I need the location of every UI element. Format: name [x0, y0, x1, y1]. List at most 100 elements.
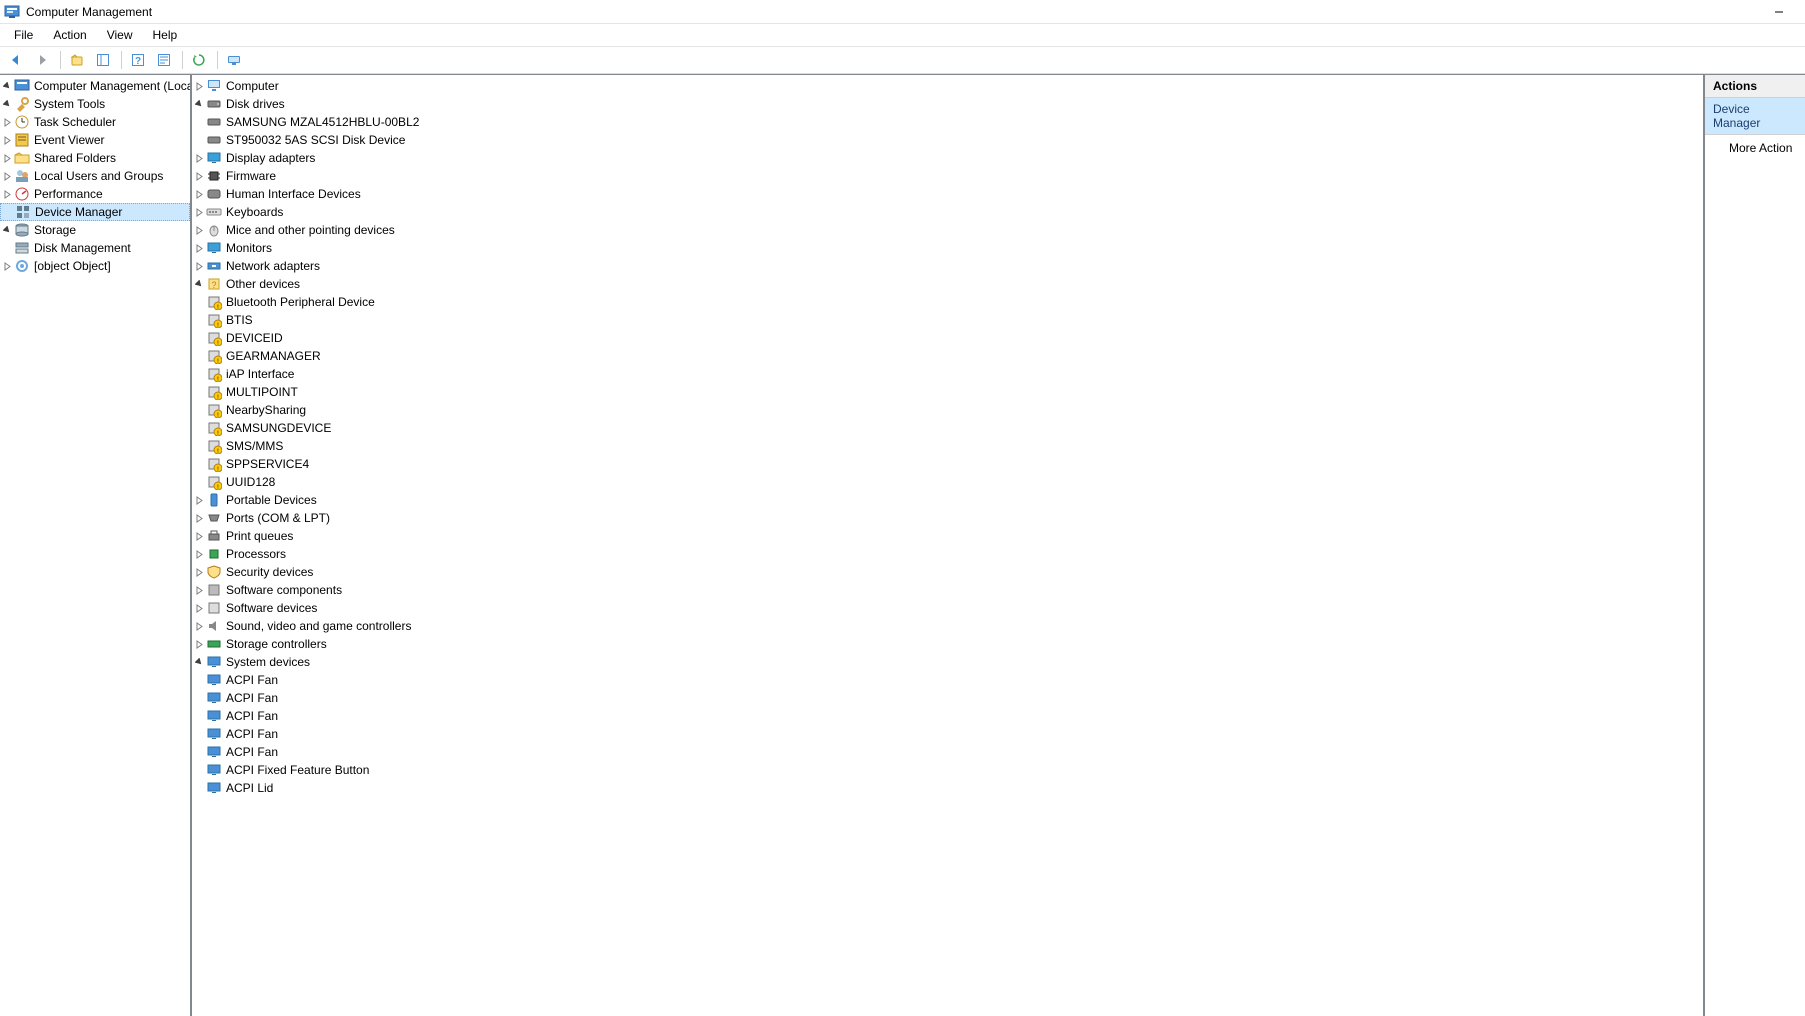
expand-icon[interactable]	[0, 100, 14, 109]
expand-icon[interactable]	[192, 586, 206, 595]
device-item[interactable]: !BTIS	[192, 311, 1703, 329]
device-item[interactable]: ACPI Fan	[192, 671, 1703, 689]
expand-icon[interactable]	[0, 118, 14, 127]
tree-performance[interactable]: Performance	[0, 185, 190, 203]
device-item[interactable]: !MULTIPOINT	[192, 383, 1703, 401]
device-item[interactable]: ACPI Fan	[192, 689, 1703, 707]
expand-icon[interactable]	[192, 550, 206, 559]
device-item[interactable]: !GEARMANAGER	[192, 347, 1703, 365]
expand-icon[interactable]	[192, 658, 206, 667]
expand-icon[interactable]	[192, 514, 206, 523]
device-tree[interactable]: Computer Disk drives SAMSUNG MZAL4512HBL…	[192, 75, 1703, 1016]
tree-services-apps[interactable]: [object Object]	[0, 257, 190, 275]
menu-action[interactable]: Action	[43, 26, 96, 44]
tree-shared-folders[interactable]: Shared Folders	[0, 149, 190, 167]
expand-icon[interactable]	[0, 226, 14, 235]
cat-display-adapters[interactable]: Display adapters	[192, 149, 1703, 167]
actions-selected[interactable]: Device Manager	[1705, 98, 1805, 135]
expand-icon[interactable]	[0, 136, 14, 145]
device-item[interactable]: ACPI Fan	[192, 743, 1703, 761]
expand-icon[interactable]	[192, 154, 206, 163]
refresh-button[interactable]	[187, 48, 211, 72]
forward-button[interactable]	[30, 48, 54, 72]
cat-portable[interactable]: Portable Devices	[192, 491, 1703, 509]
expand-icon[interactable]	[0, 82, 14, 91]
device-item[interactable]: !Bluetooth Peripheral Device	[192, 293, 1703, 311]
tree-root[interactable]: Computer Management (Local)	[0, 77, 190, 95]
expand-icon[interactable]	[0, 262, 14, 271]
expand-icon[interactable]	[192, 622, 206, 631]
minimize-button[interactable]	[1757, 1, 1801, 23]
cat-ports[interactable]: Ports (COM & LPT)	[192, 509, 1703, 527]
cat-computer[interactable]: Computer	[192, 77, 1703, 95]
expand-icon[interactable]	[192, 280, 206, 289]
cat-storage-ctrl[interactable]: Storage controllers	[192, 635, 1703, 653]
expand-icon[interactable]	[192, 208, 206, 217]
device-item[interactable]: !NearbySharing	[192, 401, 1703, 419]
expand-icon[interactable]	[0, 154, 14, 163]
expand-icon[interactable]	[192, 262, 206, 271]
device-item[interactable]: ACPI Lid	[192, 779, 1703, 797]
console-tree-pane[interactable]: Computer Management (Local) System Tools…	[0, 75, 192, 1016]
tree-storage[interactable]: Storage	[0, 221, 190, 239]
expand-icon[interactable]	[192, 100, 206, 109]
cat-security[interactable]: Security devices	[192, 563, 1703, 581]
expand-icon[interactable]	[192, 244, 206, 253]
scan-hardware-button[interactable]	[222, 48, 246, 72]
cat-monitors[interactable]: Monitors	[192, 239, 1703, 257]
menu-view[interactable]: View	[97, 26, 143, 44]
tree-local-users[interactable]: Local Users and Groups	[0, 167, 190, 185]
expand-icon[interactable]	[192, 82, 206, 91]
menu-file[interactable]: File	[4, 26, 43, 44]
cat-mice[interactable]: Mice and other pointing devices	[192, 221, 1703, 239]
device-item[interactable]: !SMS/MMS	[192, 437, 1703, 455]
cat-disk-drives[interactable]: Disk drives	[192, 95, 1703, 113]
properties-button[interactable]	[152, 48, 176, 72]
cat-processors[interactable]: Processors	[192, 545, 1703, 563]
expand-icon[interactable]	[192, 190, 206, 199]
cat-print-queues[interactable]: Print queues	[192, 527, 1703, 545]
device-item[interactable]: !SAMSUNGDEVICE	[192, 419, 1703, 437]
device-item[interactable]: !DEVICEID	[192, 329, 1703, 347]
cat-network[interactable]: Network adapters	[192, 257, 1703, 275]
expand-icon[interactable]	[192, 226, 206, 235]
expand-icon[interactable]	[0, 190, 14, 199]
device-item[interactable]: ACPI Fan	[192, 707, 1703, 725]
cat-hid[interactable]: Human Interface Devices	[192, 185, 1703, 203]
cat-other-devices[interactable]: ?Other devices	[192, 275, 1703, 293]
device-item[interactable]: !SPPSERVICE4	[192, 455, 1703, 473]
cat-sw-devices[interactable]: Software devices	[192, 599, 1703, 617]
device-item[interactable]: SAMSUNG MZAL4512HBLU-00BL2	[192, 113, 1703, 131]
expand-icon[interactable]	[0, 172, 14, 181]
tree-disk-management[interactable]: Disk Management	[0, 239, 190, 257]
show-hide-tree-button[interactable]	[91, 48, 115, 72]
back-button[interactable]	[4, 48, 28, 72]
device-item[interactable]: ACPI Fan	[192, 725, 1703, 743]
menu-help[interactable]: Help	[143, 26, 188, 44]
up-button[interactable]	[65, 48, 89, 72]
device-item[interactable]: !iAP Interface	[192, 365, 1703, 383]
expand-icon[interactable]	[192, 532, 206, 541]
help-button[interactable]: ?	[126, 48, 150, 72]
device-item[interactable]: ACPI Fixed Feature Button	[192, 761, 1703, 779]
tree-task-scheduler[interactable]: Task Scheduler	[0, 113, 190, 131]
device-label: NearbySharing	[226, 401, 306, 419]
tree-system-tools[interactable]: System Tools	[0, 95, 190, 113]
expand-icon[interactable]	[192, 640, 206, 649]
cat-firmware[interactable]: Firmware	[192, 167, 1703, 185]
device-label: ACPI Lid	[226, 779, 273, 797]
expand-icon[interactable]	[192, 568, 206, 577]
device-item[interactable]: !UUID128	[192, 473, 1703, 491]
tree-event-viewer[interactable]: Event Viewer	[0, 131, 190, 149]
expand-icon[interactable]	[192, 496, 206, 505]
expand-icon[interactable]	[192, 172, 206, 181]
cat-system-devices[interactable]: System devices	[192, 653, 1703, 671]
computer-mgmt-icon	[14, 78, 30, 94]
tree-device-manager[interactable]: Device Manager	[0, 203, 190, 221]
cat-sound[interactable]: Sound, video and game controllers	[192, 617, 1703, 635]
actions-more[interactable]: More Action	[1705, 135, 1805, 161]
device-item[interactable]: ST950032 5AS SCSI Disk Device	[192, 131, 1703, 149]
expand-icon[interactable]	[192, 604, 206, 613]
cat-sw-components[interactable]: Software components	[192, 581, 1703, 599]
cat-keyboards[interactable]: Keyboards	[192, 203, 1703, 221]
